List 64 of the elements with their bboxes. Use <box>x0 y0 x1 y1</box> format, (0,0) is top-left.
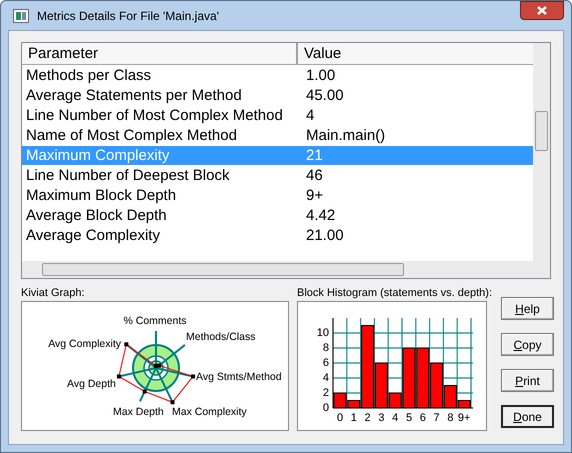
x-tick-label: 7 <box>434 412 440 424</box>
bar <box>416 348 430 408</box>
table-row[interactable]: Maximum Block Depth 9+ <box>22 186 533 205</box>
histogram-label: Block Histogram (statements vs. depth): <box>297 286 492 301</box>
table-cell-text: 9+ <box>305 186 324 205</box>
table-row[interactable]: Line Number of Most Complex Method 4 <box>22 106 533 125</box>
column-header[interactable]: Parameter <box>22 43 298 64</box>
x-tick-label: 0 <box>336 412 344 424</box>
table-cell-text: Methods per Class <box>25 66 152 85</box>
axis-label: Max Depth <box>113 406 164 418</box>
x-tick-label: 8 <box>447 412 454 424</box>
table-cell-text: 21 <box>305 146 324 165</box>
y-tick-label: 10 <box>316 326 329 339</box>
y-tick-label: 4 <box>322 372 329 384</box>
kiviat-graph-label: Kiviat Graph: <box>21 286 86 301</box>
table-cell-text: 1.00 <box>305 66 336 85</box>
axis-label: % Comments <box>124 314 186 327</box>
axis-label: Avg Depth <box>67 378 116 390</box>
app-icon <box>13 8 29 22</box>
y-tick-label: 6 <box>322 356 329 369</box>
table-cell-text: Maximum Complexity <box>25 146 170 165</box>
dialog-button[interactable]: Print <box>501 369 554 392</box>
axis-label: Max Complexity <box>172 406 247 418</box>
table-cell-text: 21.00 <box>305 226 345 245</box>
vertical-scrollbar[interactable] <box>533 43 550 261</box>
table-cell-text: 4.42 <box>305 206 336 225</box>
x-tick-label: 4 <box>392 412 398 424</box>
x-tick-label: 2 <box>364 412 371 424</box>
dialog-button[interactable]: Done <box>501 405 554 428</box>
table-row[interactable]: Average Block Depth 4.42 <box>22 206 533 225</box>
table-cell-text: Average Block Depth <box>25 206 168 225</box>
table-cell-text: Name of Most Complex Method <box>25 126 238 145</box>
close-icon <box>537 6 547 15</box>
table-row[interactable]: Average Complexity 21.00 <box>22 226 533 245</box>
table-cell-text: 46 <box>305 166 324 185</box>
table-cell-text: Average Statements per Method <box>25 86 243 105</box>
table-cell-text: Average Complexity <box>25 226 161 245</box>
axis-label: Methods/Class <box>186 330 256 343</box>
axis-label: Avg Stmts/Method <box>196 370 282 383</box>
table-row[interactable]: Line Number of Deepest Block 46 <box>22 166 533 185</box>
table-cell-text: Maximum Block Depth <box>25 186 178 205</box>
horizontal-scrollbar[interactable] <box>22 261 550 278</box>
x-tick-label: 3 <box>378 412 384 424</box>
table-cell-text: Line Number of Most Complex Method <box>25 106 284 125</box>
y-tick-label: 8 <box>322 342 329 354</box>
y-tick-label: 0 <box>322 402 329 414</box>
table-row[interactable]: Methods per Class 1.00 <box>22 66 533 85</box>
x-tick-label: 6 <box>420 412 426 424</box>
x-tick-label: 9+ <box>458 412 470 424</box>
y-tick-label: 2 <box>322 386 329 399</box>
table-cell-text: Line Number of Deepest Block <box>25 166 230 185</box>
table-cell-text: Main.main() <box>305 126 386 145</box>
table-row[interactable]: Average Statements per Method 45.00 <box>22 86 533 105</box>
table-cell-text: 4 <box>305 106 316 125</box>
x-tick-label: 5 <box>406 412 412 424</box>
x-tick-label: 1 <box>350 412 357 424</box>
window-title: Metrics Details For File 'Main.java' <box>37 8 219 24</box>
table-row[interactable]: Name of Most Complex Method Main.main() <box>22 126 533 145</box>
dialog-button[interactable]: Copy <box>501 333 554 356</box>
axis-label: Avg Complexity <box>48 338 121 350</box>
table-cell-text: 45.00 <box>305 86 345 105</box>
column-header[interactable]: Value <box>298 43 533 64</box>
close-button[interactable] <box>520 1 564 20</box>
dialog-button[interactable]: Help <box>501 297 554 320</box>
